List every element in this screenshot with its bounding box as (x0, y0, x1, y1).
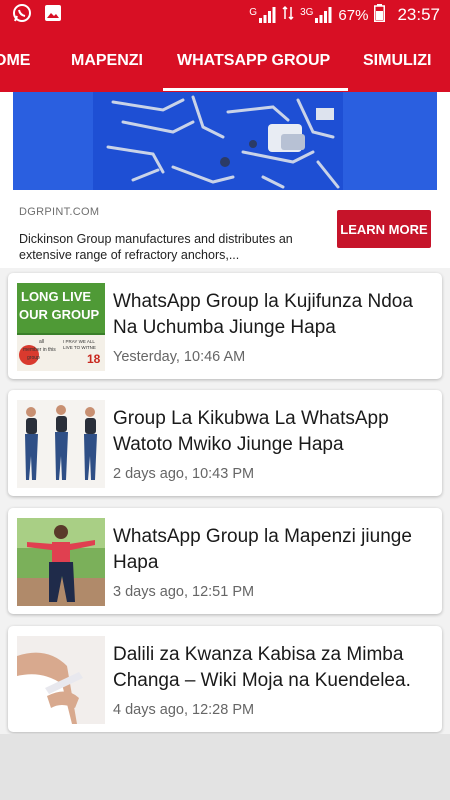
gallery-icon (44, 4, 62, 27)
ad-description: Dickinson Group manufactures and distrib… (19, 232, 293, 262)
post-list: LONG LIVE OUR GROUP all member in this g… (0, 268, 450, 734)
ad-banner[interactable]: DGRPINT.COM Dickinson Group manufactures… (0, 92, 450, 268)
tab-home[interactable]: OME (0, 30, 30, 92)
post-thumbnail[interactable] (17, 400, 105, 488)
battery-percent: 67% (338, 6, 369, 24)
status-bar: G 3G 67% 23:57 (0, 0, 450, 30)
data-arrows-icon (282, 5, 294, 25)
tab-mapenzi[interactable]: MAPENZI (71, 30, 143, 92)
thumb-pray-text-2: LIVE TO WITNE (63, 345, 96, 350)
thumb-text-line1: LONG LIVE (21, 289, 91, 304)
thumb-small-text-2: member in this (23, 347, 56, 353)
category-tab-bar: OME MAPENZI WHATSAPP GROUP SIMULIZI (0, 30, 450, 92)
thumb-pray-text-1: I PRAY WE ALL (63, 339, 95, 344)
post-card[interactable]: LONG LIVE OUR GROUP all member in this g… (8, 273, 442, 379)
signal-icon-2: 3G (300, 7, 332, 23)
thumb-small-text-3: group (27, 355, 40, 361)
post-thumbnail[interactable] (17, 636, 105, 724)
post-card[interactable]: Dalili za Kwanza Kabisa za Mimba Changa … (8, 626, 442, 732)
signal-icon: G (249, 7, 276, 23)
learn-more-button[interactable]: LEARN MORE (337, 210, 431, 248)
post-time: Yesterday, 10:46 AM (113, 349, 246, 365)
signal-label-2: 3G (300, 7, 314, 18)
thumb-small-text-1: all (39, 339, 44, 345)
whatsapp-icon (12, 3, 32, 28)
active-tab-indicator (163, 88, 348, 91)
tab-simulizi[interactable]: SIMULIZI (363, 30, 431, 92)
post-card[interactable]: WhatsApp Group la Mapenzi jiunge Hapa 3 … (8, 508, 442, 614)
post-title[interactable]: WhatsApp Group la Kujifunza Ndoa Na Uchu… (113, 289, 435, 341)
ad-image[interactable] (13, 92, 437, 190)
post-card[interactable]: Group La Kikubwa La WhatsApp Watoto Mwik… (8, 390, 442, 496)
battery-icon (374, 4, 386, 26)
post-title[interactable]: Group La Kikubwa La WhatsApp Watoto Mwik… (113, 406, 435, 458)
thumb-pray-text-3: 18 (87, 352, 101, 366)
clock: 23:57 (397, 5, 440, 24)
bottom-empty-area (0, 734, 450, 800)
ad-domain: DGRPINT.COM (19, 206, 100, 218)
post-thumbnail[interactable] (17, 518, 105, 606)
tab-whatsapp-group[interactable]: WHATSAPP GROUP (177, 30, 330, 92)
post-time: 3 days ago, 12:51 PM (113, 584, 255, 600)
post-time: 4 days ago, 12:28 PM (113, 702, 255, 718)
thumb-text-line2: OUR GROUP (19, 307, 100, 322)
post-thumbnail[interactable]: LONG LIVE OUR GROUP all member in this g… (17, 283, 105, 371)
post-time: 2 days ago, 10:43 PM (113, 466, 255, 482)
post-title[interactable]: Dalili za Kwanza Kabisa za Mimba Changa … (113, 642, 435, 694)
signal-label-1: G (249, 7, 258, 18)
post-title[interactable]: WhatsApp Group la Mapenzi jiunge Hapa (113, 524, 435, 576)
